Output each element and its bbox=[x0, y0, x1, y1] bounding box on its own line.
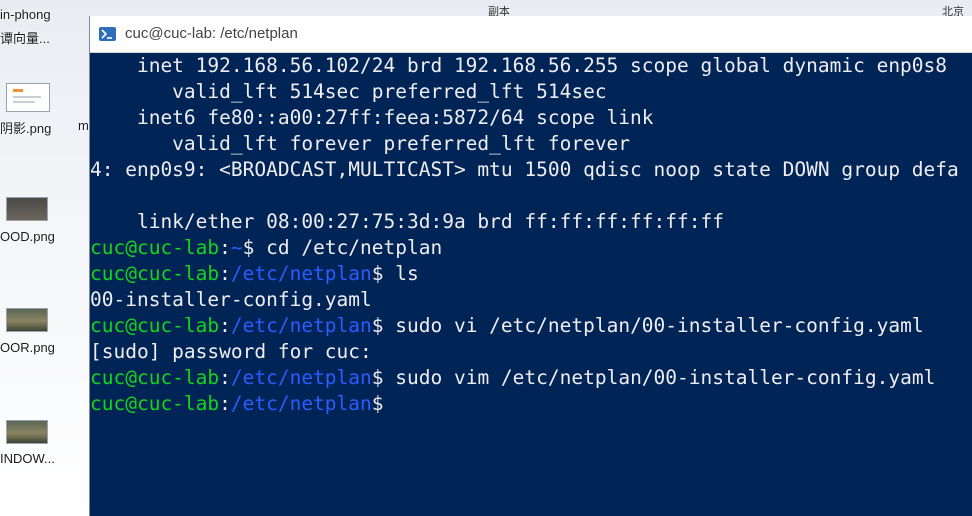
prompt-separator: : bbox=[219, 392, 231, 415]
command-text: sudo vim /etc/netplan/00-installer-confi… bbox=[395, 366, 936, 389]
command-text: sudo vi /etc/netplan/00-installer-config… bbox=[395, 314, 924, 337]
prompt-dollar: $ bbox=[242, 236, 267, 259]
prompt-dollar: $ bbox=[371, 392, 384, 415]
terminal-line: inet6 fe80::a00:27ff:feea:5872/64 scope … bbox=[90, 106, 654, 129]
prompt-dollar: $ bbox=[371, 314, 396, 337]
desktop-item-label: in-phong bbox=[0, 7, 51, 22]
desktop-item-label: 阴影.png bbox=[0, 121, 52, 136]
terminal-line: valid_lft 514sec preferred_lft 514sec bbox=[90, 80, 607, 103]
prompt-separator: : bbox=[219, 366, 231, 389]
title-bar[interactable]: cuc@cuc-lab: /etc/netplan bbox=[90, 16, 972, 53]
terminal-line: valid_lft forever preferred_lft forever bbox=[90, 132, 631, 155]
prompt-dollar: $ bbox=[371, 366, 396, 389]
image-thumbnail-icon bbox=[6, 420, 48, 444]
desktop-item-label: m bbox=[78, 118, 89, 133]
image-thumbnail-icon bbox=[6, 197, 48, 221]
prompt-line: cuc@cuc-lab:~$ cd /etc/netplan bbox=[90, 235, 442, 261]
prompt-line-current[interactable]: cuc@cuc-lab:/etc/netplan$ bbox=[90, 391, 384, 417]
prompt-separator: : bbox=[219, 314, 231, 337]
prompt-path: /etc/netplan bbox=[230, 262, 372, 285]
command-text: ls bbox=[395, 262, 419, 285]
window-title: cuc@cuc-lab: /etc/netplan bbox=[125, 25, 298, 42]
desktop-item-label: OOR.png bbox=[0, 340, 55, 355]
terminal-line: 4: enp0s9: <BROADCAST,MULTICAST> mtu 150… bbox=[90, 158, 959, 181]
background-window-strip: 副本 北京 bbox=[90, 0, 972, 18]
command-output: [sudo] password for cuc: bbox=[90, 340, 372, 363]
terminal-window[interactable]: cuc@cuc-lab: /etc/netplan inet 192.168.5… bbox=[90, 16, 972, 516]
prompt-line: cuc@cuc-lab:/etc/netplan$ sudo vi /etc/n… bbox=[90, 313, 924, 339]
command-text: cd /etc/netplan bbox=[266, 236, 443, 259]
prompt-path: /etc/netplan bbox=[230, 392, 372, 415]
desktop-item-oor-png[interactable]: OOR.png bbox=[0, 304, 88, 364]
prompt-user: cuc@cuc-lab bbox=[90, 314, 220, 337]
prompt-separator: : bbox=[219, 262, 231, 285]
terminal-output[interactable]: inet 192.168.56.102/24 brd 192.168.56.25… bbox=[90, 53, 972, 516]
powershell-icon bbox=[99, 27, 116, 41]
prompt-line: cuc@cuc-lab:/etc/netplan$ ls bbox=[90, 261, 419, 287]
prompt-user: cuc@cuc-lab bbox=[90, 366, 220, 389]
terminal-line: link/ether 08:00:27:75:3d:9a brd ff:ff:f… bbox=[90, 210, 724, 233]
image-thumbnail-icon bbox=[6, 308, 48, 332]
desktop-item-label: INDOW... bbox=[0, 451, 55, 466]
prompt-user: cuc@cuc-lab bbox=[90, 262, 220, 285]
prompt-user: cuc@cuc-lab bbox=[90, 236, 220, 259]
desktop-item-label: 谭向量... bbox=[0, 31, 50, 46]
terminal-line: inet 192.168.56.102/24 brd 192.168.56.25… bbox=[90, 54, 948, 77]
desktop-item-shadow-png[interactable]: 阴影.png m bbox=[0, 80, 89, 140]
desktop-item-ood-png[interactable]: OOD.png bbox=[0, 193, 88, 253]
desktop-item-window[interactable]: INDOW... bbox=[0, 418, 88, 478]
prompt-separator: : bbox=[219, 236, 231, 259]
command-output: 00-installer-config.yaml bbox=[90, 288, 372, 311]
prompt-user: cuc@cuc-lab bbox=[90, 392, 220, 415]
desktop-item-in-phong[interactable]: in-phong 谭向量... bbox=[0, 4, 88, 48]
prompt-dollar: $ bbox=[371, 262, 396, 285]
prompt-path: /etc/netplan bbox=[230, 366, 372, 389]
image-thumbnail-icon bbox=[6, 83, 50, 112]
prompt-path: ~ bbox=[230, 236, 243, 259]
desktop: in-phong 谭向量... 阴影.png m OOD.png OOR.png… bbox=[0, 0, 90, 516]
prompt-path: /etc/netplan bbox=[230, 314, 372, 337]
prompt-line: cuc@cuc-lab:/etc/netplan$ sudo vim /etc/… bbox=[90, 365, 935, 391]
desktop-item-label: OOD.png bbox=[0, 229, 55, 244]
